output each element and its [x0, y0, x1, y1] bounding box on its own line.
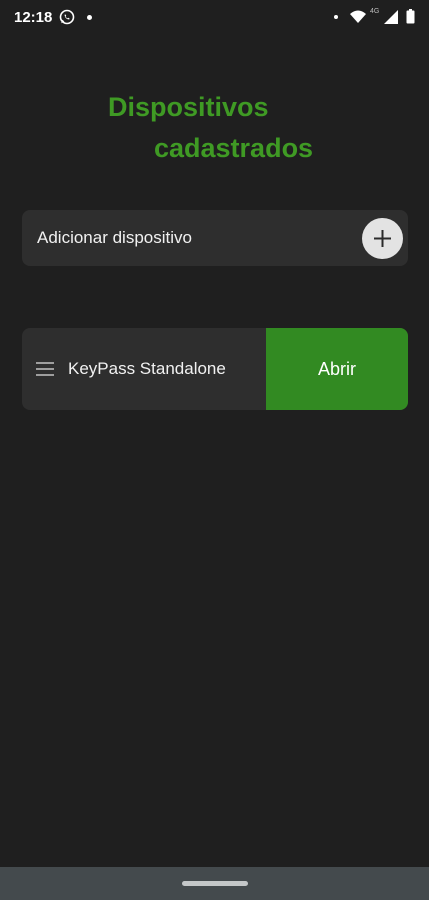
signal-icon [384, 10, 398, 24]
add-device-button[interactable] [362, 218, 403, 259]
drag-handle-icon[interactable] [36, 361, 54, 377]
wifi-icon [350, 10, 366, 23]
notification-dot-icon [334, 15, 338, 19]
add-device-card[interactable]: Adicionar dispositivo [22, 210, 408, 266]
network-type-label: 4G [370, 8, 380, 15]
device-list-item[interactable]: KeyPass Standalone Abrir [22, 328, 408, 410]
page-title-line2: cadastrados [154, 133, 314, 163]
navigation-bar [0, 867, 429, 900]
plus-icon [374, 230, 391, 247]
home-gesture-handle[interactable] [182, 881, 248, 886]
status-time: 12:18 [14, 9, 53, 26]
add-device-label: Adicionar dispositivo [37, 228, 192, 247]
page-title-line1: Dispositivos [108, 92, 269, 122]
battery-icon [406, 9, 415, 24]
device-name: KeyPass Standalone [68, 359, 226, 378]
status-bar: 12:18 4G [0, 0, 429, 36]
notification-dot-icon [87, 15, 92, 20]
open-device-label: Abrir [317, 358, 356, 379]
open-device-button[interactable]: Abrir [266, 328, 408, 410]
whatsapp-icon [59, 9, 75, 25]
